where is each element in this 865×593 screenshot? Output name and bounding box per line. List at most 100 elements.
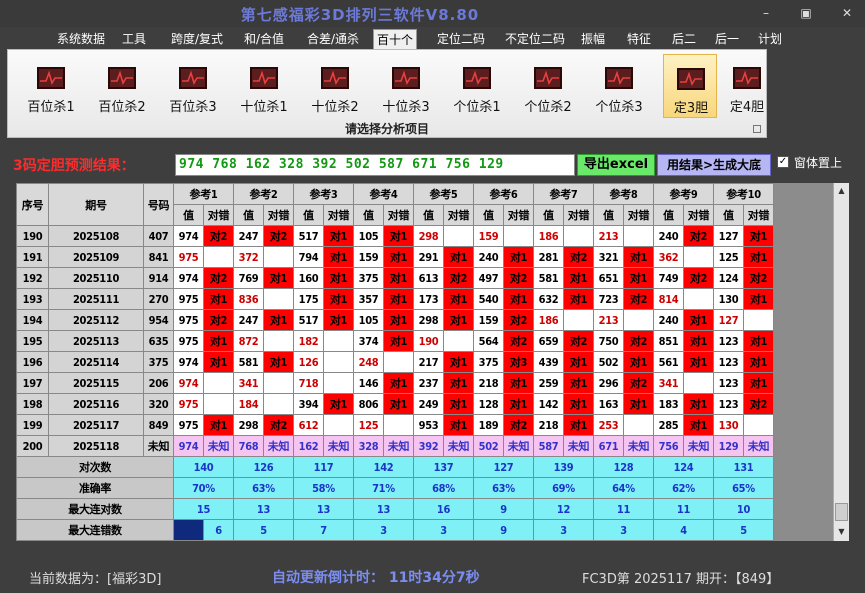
ref-value: 794: [293, 246, 324, 268]
ref-result: 未知: [383, 435, 414, 457]
ref-result: 未知: [683, 435, 714, 457]
menu-item[interactable]: 定位二码: [428, 29, 494, 49]
header-ref: 参考6: [473, 183, 534, 205]
prediction-result-field[interactable]: 974 768 162 328 392 502 587 671 756 129: [175, 154, 575, 176]
row-code: 914: [143, 267, 174, 289]
ref-hit: 对1: [443, 309, 474, 331]
summary-value: 70%: [173, 477, 234, 499]
menu-item[interactable]: 和/合值: [236, 29, 292, 49]
menu-item[interactable]: 百十个: [373, 29, 417, 49]
ribbon-button[interactable]: 个位杀3: [592, 54, 646, 118]
ref-hit: 对1: [683, 393, 714, 415]
menu-item[interactable]: 跨度/复式: [162, 29, 232, 49]
menu-bar: 系统数据 工具 跨度/复式 和/合值 合差/通杀 百十个 定位二码 不定位二码 振幅 特征 后二 后一…: [0, 27, 865, 49]
table-row[interactable]: 194 2025112 954 975 对2 247 对1 517 对1 105 对1 298 对1 15…: [16, 309, 774, 331]
ref-value: 218: [473, 372, 504, 394]
table-row[interactable]: 190 2025108 407 974 对2 247 对2 517 对1 105 对1 298 159 1…: [16, 225, 774, 247]
table-row[interactable]: 200 2025118 未知 974 未知 768 未知 162 未知 328 未知 392 未知 502…: [16, 435, 774, 457]
ref-value: 362: [653, 246, 684, 268]
ribbon-button[interactable]: 十位杀2: [308, 54, 362, 118]
menu-item[interactable]: 后二: [667, 29, 701, 49]
stay-on-top-checkbox[interactable]: ✓: [777, 156, 789, 168]
ref-hit: 对1: [683, 309, 714, 331]
table-row[interactable]: 191 2025109 841 975 372 794 对1 159 对1 291 对1 240 对1 2…: [16, 246, 774, 268]
ref-value: 974: [173, 351, 204, 373]
ref-hit: 对1: [203, 330, 234, 352]
summary-value: 117: [293, 456, 354, 478]
ref-result: [323, 351, 354, 373]
menu-item[interactable]: 不定位二码: [500, 29, 570, 49]
ribbon-launcher-icon[interactable]: [753, 125, 761, 133]
menu-item[interactable]: 合差/通杀: [298, 29, 368, 49]
ribbon-button[interactable]: 十位杀3: [379, 54, 433, 118]
summary-value: 124: [653, 456, 714, 478]
ref-hit: 对2: [503, 309, 534, 331]
ribbon-button[interactable]: 个位杀1: [450, 54, 504, 118]
chart-icon: [733, 67, 761, 89]
ref-value: 392: [413, 435, 444, 457]
ref-hit: 对1: [563, 288, 594, 310]
ref-value: 872: [233, 330, 264, 352]
generate-base-button[interactable]: 用结果>生成大底: [657, 154, 771, 176]
row-code: 375: [143, 351, 174, 373]
ribbon-button[interactable]: 个位杀2: [521, 54, 575, 118]
scroll-up-icon[interactable]: ▲: [834, 183, 849, 198]
ref-value: 612: [293, 414, 324, 436]
ref-value: 659: [533, 330, 564, 352]
table-row[interactable]: 197 2025115 206 974 341 718 146 对1 237 对1 218 对1 259…: [16, 372, 774, 394]
summary-value: 3: [353, 519, 414, 541]
ref-result: [683, 288, 714, 310]
ref-hit: 对2: [263, 225, 294, 247]
ref-value: 651: [593, 267, 624, 289]
vertical-scrollbar[interactable]: ▲ ▼: [833, 183, 849, 541]
table-row[interactable]: 193 2025111 270 975 对1 836 175 对1 357 对1 173 对1 540 对…: [16, 288, 774, 310]
row-period: 2025111: [48, 288, 144, 310]
scroll-thumb[interactable]: [835, 503, 848, 521]
ref-value: 160: [293, 267, 324, 289]
menu-item[interactable]: 计划: [754, 29, 786, 49]
menu-item[interactable]: 后一: [710, 29, 744, 49]
row-period: 2025116: [48, 393, 144, 415]
stay-on-top-label: 窗体置上: [794, 156, 843, 170]
table-row[interactable]: 195 2025113 635 975 对1 872 182 374 对1 190 564 对2 659…: [16, 330, 774, 352]
maximize-button[interactable]: ▣: [795, 5, 817, 21]
menu-item[interactable]: 工具: [118, 29, 150, 49]
menu-item[interactable]: 特征: [621, 29, 657, 49]
ref-hit: 对1: [323, 267, 354, 289]
ribbon-button[interactable]: 百位杀3: [166, 54, 220, 118]
summary-value: 63%: [233, 477, 294, 499]
scroll-down-icon[interactable]: ▼: [834, 524, 849, 539]
minimize-button[interactable]: –: [755, 5, 777, 21]
ref-value: 953: [413, 414, 444, 436]
table-row[interactable]: 199 2025117 849 975 对1 298 对2 612 125 953 对1 189 对2 2…: [16, 414, 774, 436]
summary-value: 5: [233, 519, 294, 541]
ref-result: [263, 393, 294, 415]
ref-value: 975: [173, 393, 204, 415]
header-period: 期号: [48, 183, 144, 226]
ribbon-button[interactable]: 百位杀1: [24, 54, 78, 118]
menu-item[interactable]: 系统数据: [50, 29, 112, 49]
menu-item[interactable]: 振幅: [576, 29, 610, 49]
ref-result: [623, 225, 654, 247]
ref-hit: 对1: [443, 288, 474, 310]
ref-hit: 对1: [503, 246, 534, 268]
ref-value: 124: [713, 267, 744, 289]
row-code: 849: [143, 414, 174, 436]
ref-hit: 对2: [503, 330, 534, 352]
export-excel-button[interactable]: 导出excel: [577, 154, 655, 176]
table-row[interactable]: 198 2025116 320 975 184 394 对1 806 对1 249 对1 128 对1 1…: [16, 393, 774, 415]
ref-value: 502: [593, 351, 624, 373]
ribbon-button[interactable]: 百位杀2: [95, 54, 149, 118]
selected-cell[interactable]: [173, 519, 204, 541]
table-row[interactable]: 192 2025110 914 974 对2 769 对1 160 对1 375 对1 613 对2 49…: [16, 267, 774, 289]
ref-hit: 对1: [203, 414, 234, 436]
ref-value: 130: [713, 414, 744, 436]
table-row[interactable]: 196 2025114 375 974 对1 581 对1 126 248 217 对1 375 对3 4…: [16, 351, 774, 373]
ribbon-button[interactable]: 定4胆: [720, 54, 774, 118]
ribbon-button[interactable]: 定3胆: [663, 54, 717, 118]
ribbon-button[interactable]: 十位杀1: [237, 54, 291, 118]
ref-result: [383, 414, 414, 436]
close-button[interactable]: ✕: [836, 5, 858, 21]
ref-value: 540: [473, 288, 504, 310]
ref-value: 146: [353, 372, 384, 394]
